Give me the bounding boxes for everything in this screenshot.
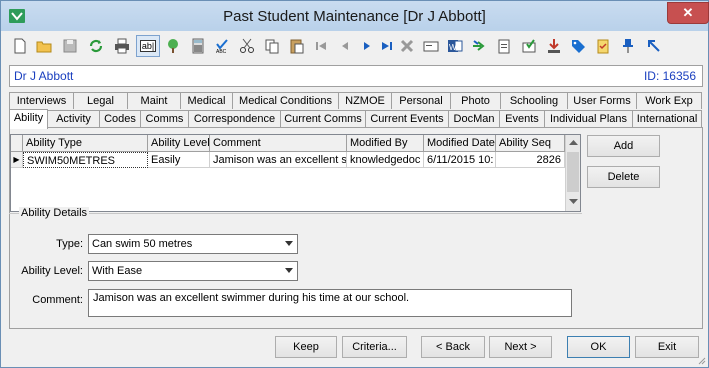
tab-legal[interactable]: Legal <box>73 92 128 109</box>
calculator-icon[interactable] <box>189 36 207 56</box>
record-header: Dr J Abbott ID: 16356 <box>9 65 703 87</box>
tab-maint[interactable]: Maint <box>127 92 181 109</box>
download-icon[interactable] <box>545 36 563 56</box>
word-icon[interactable]: W <box>446 36 464 56</box>
table-cell[interactable]: Jamison was an excellent sw <box>210 152 347 168</box>
ability-grid[interactable]: Ability Type Ability Level Comment Modif… <box>10 134 581 212</box>
tab-nzmoe[interactable]: NZMOE <box>338 92 392 109</box>
title-bar[interactable]: Past Student Maintenance [Dr J Abbott] ✕ <box>1 1 709 31</box>
next-button[interactable]: Next > <box>489 336 552 358</box>
tab-individual-plans[interactable]: Individual Plans <box>544 110 633 127</box>
new-icon[interactable] <box>11 36 29 56</box>
tab-medical[interactable]: Medical <box>180 92 233 109</box>
ability-level-label: Ability Level: <box>21 265 83 277</box>
svg-text:ABC: ABC <box>216 49 227 54</box>
chevron-down-icon[interactable] <box>285 241 293 246</box>
comment-field[interactable]: Jamison was an excellent swimmer during … <box>88 289 572 317</box>
tree-icon[interactable] <box>164 36 182 56</box>
table-cell[interactable]: 6/11/2015 10: <box>424 152 496 168</box>
tab-schooling[interactable]: Schooling <box>500 92 568 109</box>
row-indicator: ▶ <box>11 152 23 168</box>
tab-medical-conditions[interactable]: Medical Conditions <box>232 92 339 109</box>
comment-label: Comment: <box>32 294 83 306</box>
column-header-modified-date[interactable]: Modified Date <box>424 135 496 152</box>
back-button[interactable]: < Back <box>421 336 485 358</box>
tab-work-exp[interactable]: Work Exp <box>636 92 702 109</box>
first-record-icon[interactable] <box>312 36 330 56</box>
scroll-up-icon[interactable] <box>569 139 578 145</box>
play-icon[interactable] <box>358 36 376 56</box>
chevron-down-icon[interactable] <box>285 268 293 273</box>
tab-international[interactable]: International <box>632 110 702 127</box>
column-header-ability-level[interactable]: Ability Level <box>148 135 210 152</box>
column-header-modified-by[interactable]: Modified By <box>347 135 424 152</box>
ability-level-value: With Ease <box>92 265 143 277</box>
grid-scrollbar[interactable] <box>565 135 580 211</box>
delete-button[interactable]: Delete <box>587 166 660 188</box>
card-icon[interactable] <box>422 36 440 56</box>
add-button[interactable]: Add <box>587 135 660 157</box>
clipboard-icon[interactable] <box>495 36 513 56</box>
tab-current-comms[interactable]: Current Comms <box>280 110 366 127</box>
last-record-icon[interactable] <box>378 36 396 56</box>
window-title: Past Student Maintenance [Dr J Abbott] <box>223 8 486 25</box>
open-icon[interactable] <box>35 36 53 56</box>
table-cell[interactable]: SWIM50METRES <box>23 152 148 168</box>
spellcheck-icon[interactable]: ABC <box>214 36 232 56</box>
tab-current-events[interactable]: Current Events <box>365 110 449 127</box>
tab-events[interactable]: Events <box>499 110 545 127</box>
column-header-comment[interactable]: Comment <box>210 135 347 152</box>
copy-icon[interactable] <box>263 36 281 56</box>
svg-text:W: W <box>449 43 457 52</box>
pin-icon[interactable] <box>619 36 637 56</box>
tab-correspondence[interactable]: Correspondence <box>188 110 281 127</box>
tab-interviews[interactable]: Interviews <box>9 92 74 109</box>
criteria-button[interactable]: Criteria... <box>342 336 407 358</box>
ability-level-dropdown[interactable]: With Ease <box>88 261 298 281</box>
table-cell[interactable]: Easily <box>148 152 210 168</box>
tab-docman[interactable]: DocMan <box>448 110 500 127</box>
tab-activity[interactable]: Activity <box>47 110 100 127</box>
arrow-icon[interactable] <box>470 36 488 56</box>
type-value: Can swim 50 metres <box>92 238 193 250</box>
cut-icon[interactable] <box>238 36 256 56</box>
text-field-icon[interactable]: ab| <box>136 35 160 57</box>
type-label: Type: <box>56 238 83 250</box>
toolbar: ab| ABC W <box>9 33 701 61</box>
mail-icon[interactable] <box>520 36 538 56</box>
tab-ability[interactable]: Ability <box>9 109 48 129</box>
exit-button[interactable]: Exit <box>635 336 699 358</box>
tab-photo[interactable]: Photo <box>450 92 501 109</box>
scroll-thumb[interactable] <box>567 152 579 192</box>
arrow-up-left-icon[interactable] <box>645 36 663 56</box>
tag-icon[interactable] <box>569 36 587 56</box>
table-cell[interactable]: 2826 <box>496 152 565 168</box>
record-id: ID: 16356 <box>643 69 696 83</box>
tab-codes[interactable]: Codes <box>99 110 141 127</box>
print-icon[interactable] <box>113 36 131 56</box>
scroll-down-icon[interactable] <box>569 199 578 205</box>
tab-personal[interactable]: Personal <box>391 92 451 109</box>
paste-icon[interactable] <box>288 36 306 56</box>
checklist-icon[interactable] <box>594 36 612 56</box>
tab-comms[interactable]: Comms <box>140 110 189 127</box>
delete-icon[interactable] <box>398 36 416 56</box>
group-legend: Ability Details <box>19 207 90 219</box>
keep-button[interactable]: Keep <box>275 336 337 358</box>
ok-button[interactable]: OK <box>567 336 630 358</box>
resize-grip-icon[interactable] <box>696 355 706 365</box>
refresh-icon[interactable] <box>87 36 105 56</box>
close-button[interactable]: ✕ <box>667 2 709 24</box>
record-name: Dr J Abbott <box>14 69 74 83</box>
save-icon[interactable] <box>61 36 79 56</box>
table-cell[interactable]: knowledgedoc <box>347 152 424 168</box>
row-header-corner <box>11 135 23 152</box>
column-header-ability-type[interactable]: Ability Type <box>23 135 148 152</box>
column-header-ability-seq[interactable]: Ability Seq <box>496 135 565 152</box>
tab-user-forms[interactable]: User Forms <box>567 92 637 109</box>
type-dropdown[interactable]: Can swim 50 metres <box>88 234 298 254</box>
main-window: Past Student Maintenance [Dr J Abbott] ✕… <box>0 0 709 368</box>
previous-record-icon[interactable] <box>336 36 354 56</box>
